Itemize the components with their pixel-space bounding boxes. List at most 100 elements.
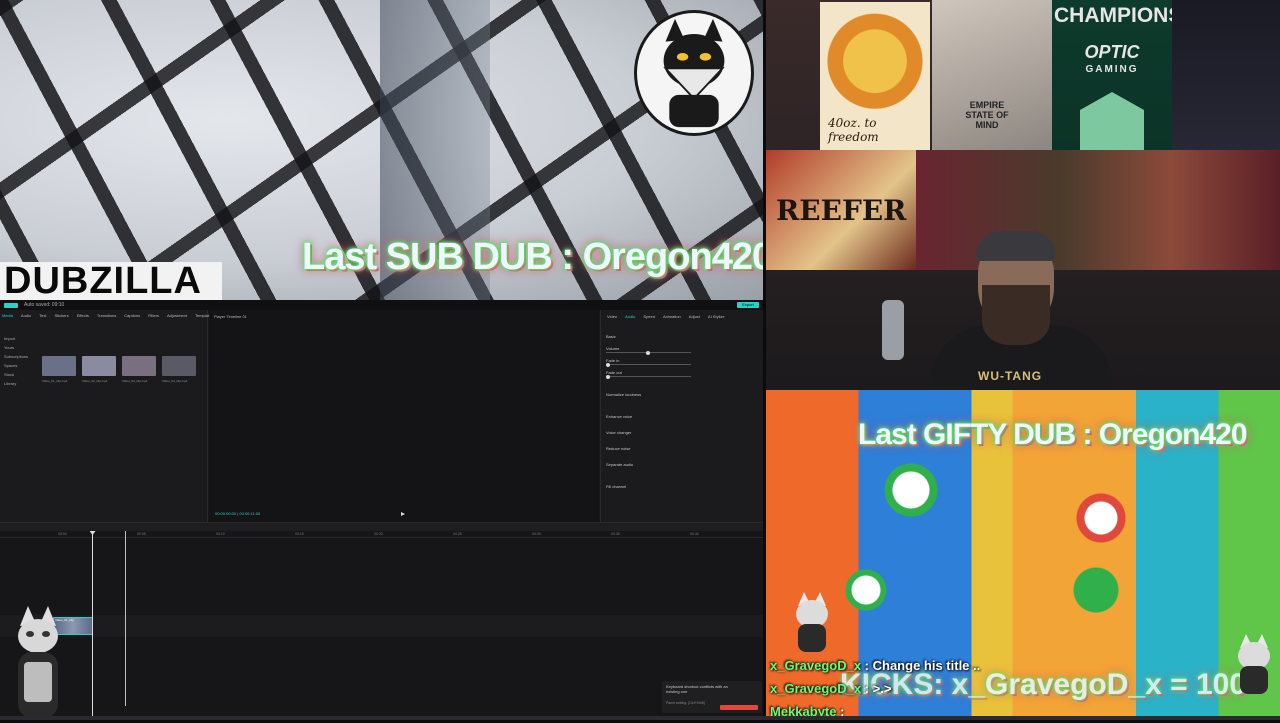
play-button[interactable] [401, 512, 405, 516]
toast-line: Panel setting: [Ctrl+Shift] [666, 701, 705, 705]
taskbar-edge [0, 716, 1280, 720]
reefer-poster-text: REEFER [776, 194, 907, 227]
last-sub-dub-label: Last SUB DUB : Oregon420 [302, 236, 763, 278]
detail-reduce-noise[interactable]: Reduce noise [606, 446, 630, 451]
detail-enhance-voice[interactable]: Enhance voice [606, 414, 632, 419]
toast-action-button[interactable] [720, 705, 758, 710]
streamer-beard [982, 285, 1050, 345]
tab-stickers[interactable]: Stickers [54, 313, 68, 318]
detail-basic: Basic [606, 334, 616, 339]
tab-adjustment[interactable]: Adjustment [167, 313, 187, 318]
tab-audio-details[interactable]: Audio [625, 314, 635, 319]
ruler-tick: 00:40 [690, 532, 699, 536]
detail-normalize[interactable]: Normalize loudness [606, 392, 641, 397]
last-gifty-dub-label: Last GIFTY DUB : Oregon420 [858, 418, 1248, 451]
editor-title: Auto saved: 09:10 [24, 302, 65, 308]
empire-poster-text: EMPIRE STATE OF MIND [965, 100, 1009, 130]
streamer-shirt-text: WU-TANG [978, 369, 1043, 383]
detail-volume: Volume [606, 346, 620, 351]
slider-knob[interactable] [606, 374, 610, 379]
media-panel: Media Audio Text Stickers Effects Transi… [0, 310, 213, 522]
editor-logo-icon [4, 302, 18, 308]
optic-banner-title: CHAMPIONS [1054, 4, 1183, 27]
timeline-ruler: 00:00 00:05 00:10 00:15 00:20 00:25 00:3… [0, 531, 763, 538]
thumbnail-label: Video_03_clip.mp4 [122, 379, 148, 383]
tab-animation[interactable]: Animation [663, 314, 681, 319]
tab-audio[interactable]: Audio [21, 313, 31, 318]
hover-indicator [125, 531, 126, 706]
details-tabs: Video Audio Speed Animation Adjust AI St… [607, 314, 725, 319]
ruler-tick: 00:15 [295, 532, 304, 536]
media-thumbnail[interactable] [162, 356, 196, 376]
detail-fill-channel[interactable]: Fill channel [606, 484, 626, 489]
time-code: 00:00:00:00 | 00:00:11:00 [215, 511, 261, 516]
sidebar-item-library[interactable]: Library [4, 381, 34, 390]
tab-ai-stylize[interactable]: AI Stylize [708, 314, 725, 319]
player-panel: Player Timeline 01 00:00:00:00 | 00:00:1… [209, 310, 599, 522]
thumbnail-label: Video_02_clip.mp4 [82, 379, 108, 383]
slider-knob[interactable] [646, 350, 650, 355]
tab-transitions[interactable]: Transitions [97, 313, 116, 318]
fade-in-slider[interactable] [606, 362, 691, 367]
tab-filters[interactable]: Filters [148, 313, 159, 318]
sidebar-item-stock[interactable]: Stock [4, 372, 34, 381]
chat-text: >.> [872, 681, 892, 696]
media-thumbnail[interactable] [122, 356, 156, 376]
media-thumbnail[interactable] [82, 356, 116, 376]
export-button[interactable]: Export [737, 302, 759, 308]
sidebar-item-import[interactable]: Import [4, 336, 34, 345]
ruler-tick: 00:30 [532, 532, 541, 536]
streamer-bandana [976, 231, 1056, 261]
tab-video[interactable]: Video [607, 314, 617, 319]
detail-voice-changer[interactable]: Voice changer [606, 430, 631, 435]
chat-text: Change his title .. [872, 658, 981, 673]
sitting-cat-sticker [8, 606, 68, 718]
ruler-tick: 00:25 [453, 532, 462, 536]
chat-message: x_GravegoD_x : Change his title .. [770, 658, 981, 673]
chat-log: x_GravegoD_x : Change his title .. x_Gra… [770, 654, 1276, 723]
graffiti-video-panel: DUBZILLA Last SUB DUB : Oregon420 [0, 0, 763, 300]
ruler-tick: 00:20 [374, 532, 383, 536]
sun-poster: 40oz. to freedom [820, 2, 930, 150]
detail-separate-audio[interactable]: Separate audio [606, 462, 633, 467]
tab-adjust[interactable]: Adjust [689, 314, 700, 319]
sidebar-item-spaces[interactable]: Spaces [4, 363, 34, 372]
slider-knob[interactable] [606, 362, 610, 367]
tab-speed[interactable]: Speed [643, 314, 655, 319]
volume-slider[interactable] [606, 350, 691, 355]
tab-media[interactable]: Media [2, 313, 13, 318]
fade-out-slider[interactable] [606, 374, 691, 379]
toast-line: existing one [666, 689, 688, 694]
media-sidebar: Import Yours Subscriptions Spaces Stock … [4, 336, 34, 390]
ruler-tick: 00:05 [137, 532, 146, 536]
tab-captions[interactable]: Captions [124, 313, 140, 318]
tab-effects[interactable]: Effects [77, 313, 89, 318]
thumbnail-label: Video_04_clip.mp4 [162, 379, 188, 383]
chat-username: x_GravegoD_x [770, 658, 862, 673]
sidebar-item-subscriptions[interactable]: Subscriptions [4, 354, 34, 363]
player-title: Player Timeline 01 [214, 314, 247, 319]
chat-message: x_GravegoD_x : >.> [770, 681, 892, 696]
editor-titlebar: Auto saved: 09:10 Export [0, 300, 763, 310]
dubzilla-brand-banner: DUBZILLA [0, 262, 222, 300]
playhead[interactable] [92, 531, 93, 716]
ruler-tick: 00:00 [58, 532, 67, 536]
microphone [882, 300, 904, 360]
timeline: 00:00 00:05 00:10 00:15 00:20 00:25 00:3… [0, 531, 763, 716]
empire-poster: EMPIRE STATE OF MIND [932, 0, 1052, 150]
sun-poster-text: 40oz. to freedom [828, 116, 879, 144]
thumbnail-label: Video_01_clip.mp4 [42, 379, 68, 383]
ruler-tick: 00:35 [611, 532, 620, 536]
video-editor-window: Auto saved: 09:10 Export Media Audio Tex… [0, 300, 763, 716]
optic-banner-sub: OPTIC [1084, 42, 1140, 62]
chat-username: x_GravegoD_x [770, 681, 862, 696]
shortcut-conflict-toast: Keyboard shortcut conflicts with an exis… [662, 681, 762, 713]
tab-text[interactable]: Text [39, 313, 46, 318]
ruler-tick: 00:10 [216, 532, 225, 536]
cat-sticker-icon [790, 592, 834, 652]
webcam-feed: 40oz. to freedom EMPIRE STATE OF MIND CH… [766, 0, 1280, 390]
sidebar-item-yours[interactable]: Yours [4, 345, 34, 354]
video-track [0, 615, 763, 637]
optic-banner-sub2: GAMING [1085, 64, 1139, 75]
media-thumbnail[interactable] [42, 356, 76, 376]
